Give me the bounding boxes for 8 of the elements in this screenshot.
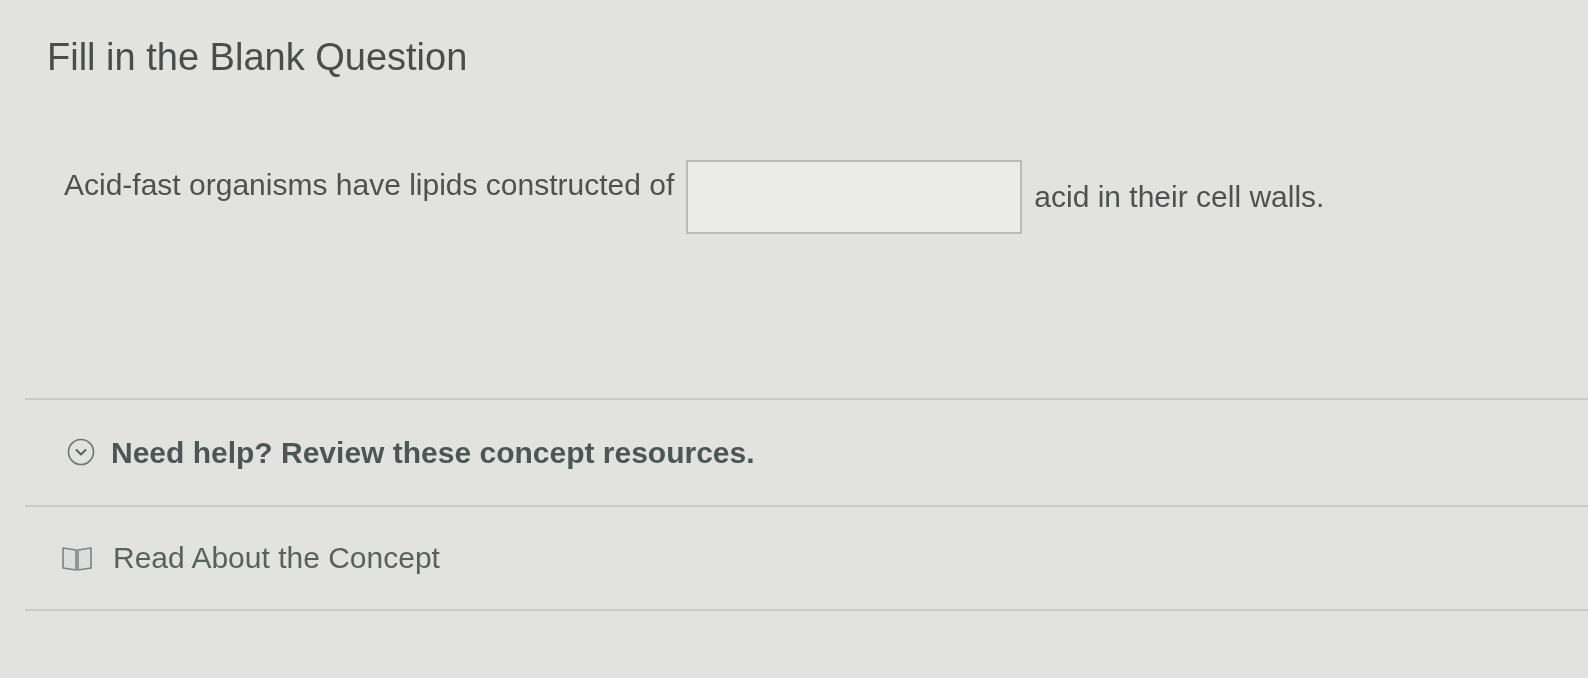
book-icon [61,544,93,571]
answer-box[interactable] [686,159,1023,234]
chevron-circle-icon [67,438,95,467]
help-toggle[interactable]: Need help? Review these concept resources. [111,433,755,471]
question-title: Fill in the Blank Question [47,35,468,80]
resource-link[interactable]: Read About the Concept [113,539,440,577]
prompt-text: Acid-fast organisms have lipids constructed of [64,166,675,203]
prompt-text: acid in their cell walls. [1034,178,1325,215]
